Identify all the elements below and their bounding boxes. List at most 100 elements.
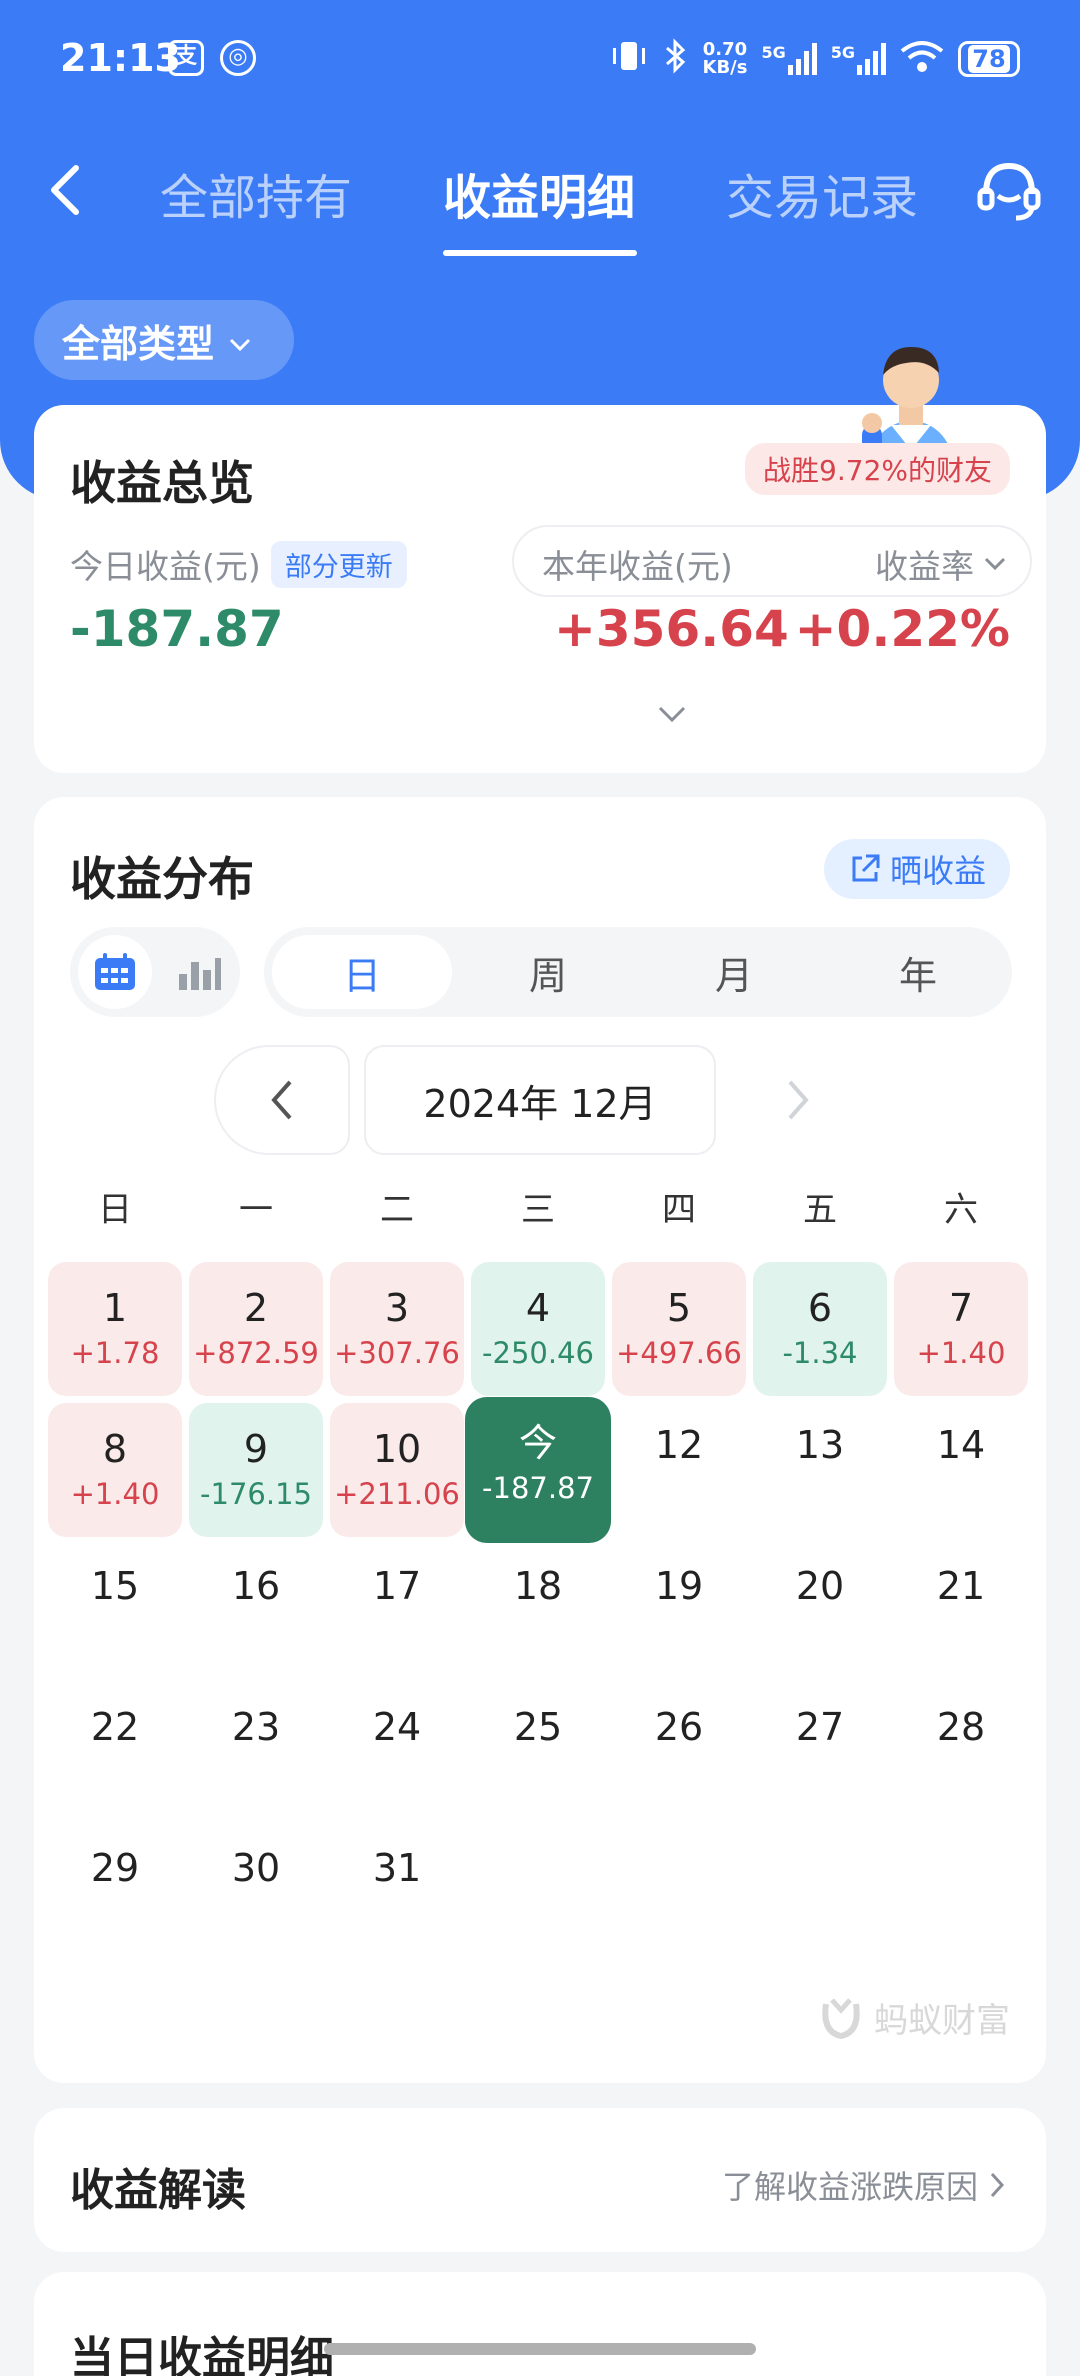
calendar-day-27[interactable]: 27 (753, 1685, 887, 1819)
calendar-day-13[interactable]: 13 (753, 1403, 887, 1537)
calendar-day-income: +1.40 (70, 1477, 160, 1511)
calendar-day-7[interactable]: 7 +1.40 (894, 1262, 1028, 1396)
daily-income-details-card[interactable]: 当日收益明细 (34, 2272, 1046, 2376)
customer-service-icon[interactable] (974, 156, 1044, 226)
vibrate-icon (609, 38, 649, 80)
bar-chart-view-icon[interactable] (162, 935, 236, 1009)
weekday-fri: 五 (803, 1190, 837, 1230)
calendar-day-25[interactable]: 25 (471, 1685, 605, 1819)
home-indicator[interactable] (324, 2343, 756, 2355)
app-notification-icon: ◎ (220, 40, 256, 76)
period-tab-day[interactable]: 日 (272, 935, 452, 1009)
tab-income-details[interactable]: 收益明细 (443, 158, 635, 228)
calendar-day-income: -187.87 (482, 1471, 594, 1505)
calendar-day-number: 9 (243, 1427, 269, 1471)
calendar-day-income: -1.34 (782, 1336, 858, 1370)
calendar-day-number: 10 (372, 1427, 422, 1471)
calendar-day-9[interactable]: 9 -176.15 (189, 1403, 323, 1537)
share-icon (852, 854, 880, 882)
calendar-day-number: 15 (90, 1564, 140, 1608)
calendar-day-number: 25 (513, 1705, 563, 1749)
share-income-button[interactable]: 晒收益 (824, 839, 1010, 899)
current-month-label[interactable]: 2024年 12月 (364, 1045, 716, 1155)
calendar-day-14[interactable]: 14 (894, 1403, 1028, 1537)
bluetooth-icon (663, 38, 689, 80)
period-tab-year[interactable]: 年 (828, 935, 1008, 1009)
calendar-day-20[interactable]: 20 (753, 1544, 887, 1678)
tab-transactions[interactable]: 交易记录 (726, 158, 918, 228)
calendar-day-number: 23 (231, 1705, 281, 1749)
calendar-day-29[interactable]: 29 (48, 1826, 182, 1960)
calendar-day-6[interactable]: 6 -1.34 (753, 1262, 887, 1396)
calendar-day-number: 18 (513, 1564, 563, 1608)
weekday-thu: 四 (662, 1190, 696, 1230)
calendar-view-icon[interactable] (78, 935, 152, 1009)
chevron-left-icon (271, 1080, 292, 1120)
interpretation-link[interactable]: 了解收益涨跌原因 (722, 2162, 1006, 2208)
expand-chevron-icon[interactable] (654, 700, 690, 730)
wifi-icon (900, 39, 944, 79)
tab-all-holdings[interactable]: 全部持有 (160, 158, 352, 228)
weekday-sun: 日 (98, 1190, 132, 1230)
return-rate-label: 收益率 (875, 547, 974, 586)
calendar-day-number: 3 (384, 1286, 410, 1330)
income-interpretation-card[interactable]: 收益解读 了解收益涨跌原因 (34, 2108, 1046, 2252)
calendar-day-24[interactable]: 24 (330, 1685, 464, 1819)
return-rate-dropdown[interactable]: 收益率 (875, 540, 1006, 588)
calendar-day-2[interactable]: 2 +872.59 (189, 1262, 323, 1396)
calendar-day-8[interactable]: 8 +1.40 (48, 1403, 182, 1537)
previous-month-button[interactable] (214, 1045, 350, 1155)
calendar-day-number: 19 (654, 1564, 704, 1608)
calendar-day-16[interactable]: 16 (189, 1544, 323, 1678)
calendar-day-21[interactable]: 21 (894, 1544, 1028, 1678)
income-distribution-card: 收益分布 晒收益 日 周 月 年 2024年 12月 日 一 二 三 四 五 六… (34, 797, 1046, 2083)
back-arrow-icon[interactable] (38, 160, 98, 220)
calendar-day-income: +1.40 (916, 1336, 1006, 1370)
calendar-day-today[interactable]: 今 -187.87 (465, 1397, 611, 1543)
view-mode-toggle (70, 927, 240, 1017)
watermark-text: 蚂蚁财富 (874, 2000, 1010, 2041)
distribution-title: 收益分布 (70, 852, 254, 906)
today-income-label-row: 今日收益(元) 部分更新 (70, 540, 407, 588)
calendar-day-26[interactable]: 26 (612, 1685, 746, 1819)
calendar-day-31[interactable]: 31 (330, 1826, 464, 1960)
calendar-day-income: -176.15 (200, 1477, 312, 1511)
calendar-day-15[interactable]: 15 (48, 1544, 182, 1678)
period-tab-month[interactable]: 月 (644, 935, 824, 1009)
period-tab-week[interactable]: 周 (458, 935, 638, 1009)
ant-fortune-watermark: 蚂蚁财富 (816, 1992, 1010, 2042)
calendar-day-income: +497.66 (616, 1336, 742, 1370)
weekday-tue: 二 (380, 1190, 414, 1230)
calendar-day-28[interactable]: 28 (894, 1685, 1028, 1819)
top-nav: 全部持有 收益明细 交易记录 (0, 140, 1080, 260)
next-month-button[interactable] (730, 1045, 866, 1155)
calendar-day-30[interactable]: 30 (189, 1826, 323, 1960)
calendar-day-19[interactable]: 19 (612, 1544, 746, 1678)
calendar-day-18[interactable]: 18 (471, 1544, 605, 1678)
calendar-day-number: 4 (525, 1286, 551, 1330)
active-tab-indicator (443, 250, 637, 256)
calendar-day-4[interactable]: 4 -250.46 (471, 1262, 605, 1396)
calendar-day-17[interactable]: 17 (330, 1544, 464, 1678)
calendar-day-5[interactable]: 5 +497.66 (612, 1262, 746, 1396)
calendar-day-3[interactable]: 3 +307.76 (330, 1262, 464, 1396)
calendar-day-number: 27 (795, 1705, 845, 1749)
interpretation-title: 收益解读 (70, 2165, 246, 2216)
calendar-day-23[interactable]: 23 (189, 1685, 323, 1819)
calendar-day-number: 31 (372, 1846, 422, 1890)
calendar-day-number: 24 (372, 1705, 422, 1749)
type-filter-dropdown[interactable]: 全部类型 (34, 300, 294, 380)
chevron-right-icon (990, 2172, 1005, 2198)
calendar-day-12[interactable]: 12 (612, 1403, 746, 1537)
calendar-day-1[interactable]: 1 +1.78 (48, 1262, 182, 1396)
status-bar: 21:13 支 ◎ 0.70 KB/s 5G 5G 78 (0, 0, 1080, 120)
net-speed: 0.70 KB/s (702, 39, 748, 78)
calendar-day-number: 29 (90, 1846, 140, 1890)
calendar-day-number: 今 (518, 1421, 557, 1465)
calendar-day-income: -250.46 (482, 1336, 594, 1370)
calendar-day-10[interactable]: 10 +211.06 (330, 1403, 464, 1537)
calendar-day-22[interactable]: 22 (48, 1685, 182, 1819)
calendar-day-number: 13 (795, 1423, 845, 1467)
year-income-value: +356.64 (554, 600, 789, 658)
share-income-label: 晒收益 (889, 852, 986, 890)
